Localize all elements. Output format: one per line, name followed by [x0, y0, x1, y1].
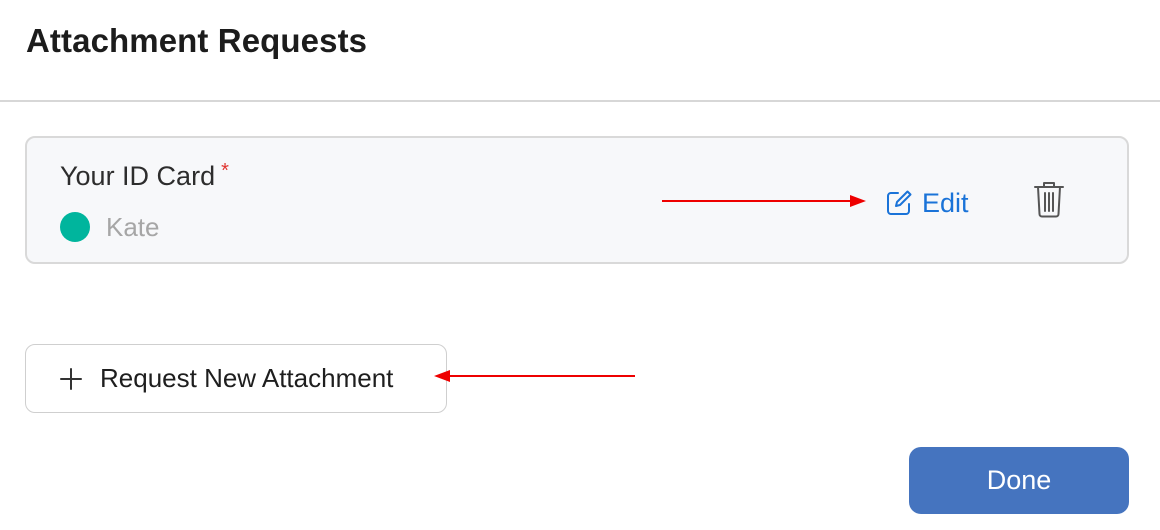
edit-button[interactable]: Edit [885, 185, 969, 221]
plus-icon [59, 367, 83, 391]
annotation-arrow-to-edit [662, 195, 866, 207]
request-title: Your ID Card * [60, 160, 229, 192]
trash-icon [1033, 180, 1065, 223]
edit-icon [885, 189, 913, 217]
attachment-request-card: Your ID Card * Kate Edit [25, 136, 1129, 264]
assignee-name: Kate [106, 211, 160, 242]
page-title: Attachment Requests [26, 22, 368, 59]
request-new-attachment-button[interactable]: Request New Attachment [25, 344, 447, 413]
assignee: Kate [60, 211, 160, 243]
assignee-avatar [60, 212, 90, 242]
delete-button[interactable] [1031, 180, 1067, 222]
request-title-text: Your ID Card [60, 161, 216, 191]
modal-header: Attachment Requests [0, 0, 1160, 102]
annotation-arrow-to-request-button [434, 370, 635, 382]
request-new-attachment-label: Request New Attachment [100, 363, 394, 393]
required-asterisk: * [221, 160, 229, 182]
done-button[interactable]: Done [909, 447, 1129, 514]
edit-label: Edit [922, 187, 969, 218]
